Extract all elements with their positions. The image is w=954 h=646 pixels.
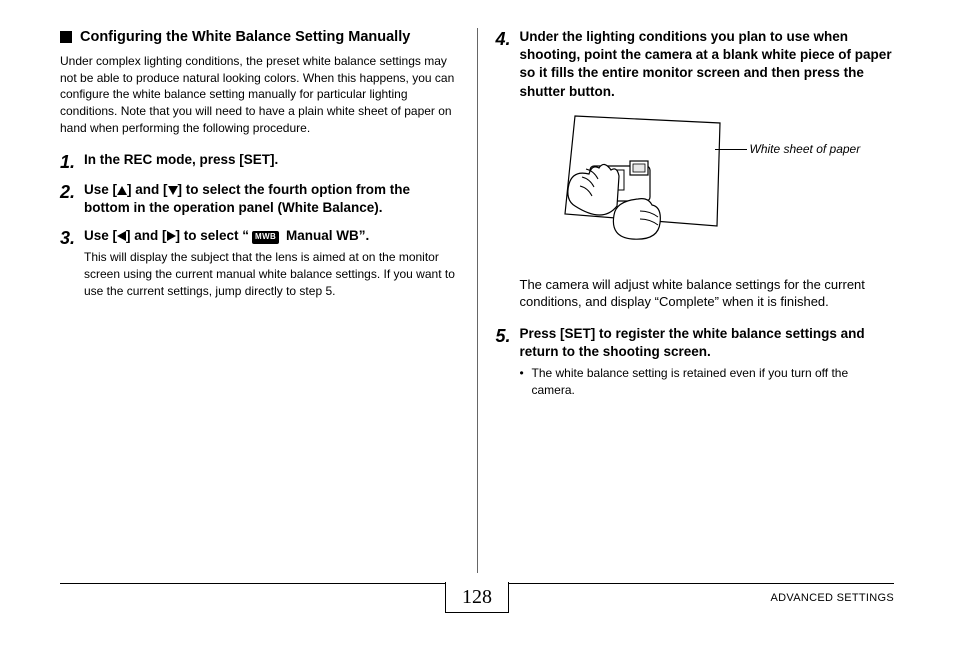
mwb-icon: MWB xyxy=(252,231,279,244)
step-1: 1. In the REC mode, press [SET]. xyxy=(60,151,459,171)
step-sub: The camera will adjust white balance set… xyxy=(520,276,895,311)
manual-page: Configuring the White Balance Setting Ma… xyxy=(0,0,954,646)
step-number: 4. xyxy=(496,28,520,48)
up-arrow-icon xyxy=(117,186,127,195)
step-head: Use [] and [] to select the fourth optio… xyxy=(84,181,459,217)
step-body: Use [] and [] to select the fourth optio… xyxy=(84,181,459,217)
t: Use [ xyxy=(84,228,117,243)
step-bullet: • The white balance setting is retained … xyxy=(520,365,895,399)
step-number: 2. xyxy=(60,181,84,201)
step-body: Use [ ] and [ ] to select “MWB Manual WB”.… xyxy=(84,227,459,300)
t: ] and [ xyxy=(126,228,167,243)
step-head: Under the lighting conditions you plan t… xyxy=(520,28,895,101)
t: Manual WB”. xyxy=(282,228,369,243)
bullet-dot-icon: • xyxy=(520,365,532,382)
step-body: In the REC mode, press [SET]. xyxy=(84,151,459,169)
step-head: Use [ ] and [ ] to select “MWB Manual WB”. xyxy=(84,227,459,245)
t: ] and [ xyxy=(127,182,168,197)
step-number: 3. xyxy=(60,227,84,247)
illustration: White sheet of paper xyxy=(520,111,895,266)
step-head: Press [SET] to register the white balanc… xyxy=(520,325,895,361)
page-footer: 128 ADVANCED SETTINGS xyxy=(60,583,894,618)
bullet-text: The white balance setting is retained ev… xyxy=(532,365,895,399)
square-bullet-icon xyxy=(60,31,72,43)
right-column: 4. Under the lighting conditions you pla… xyxy=(478,28,895,573)
step-number: 5. xyxy=(496,325,520,345)
section-title: Configuring the White Balance Setting Ma… xyxy=(80,28,410,47)
step-sub: This will display the subject that the l… xyxy=(84,249,459,299)
footer-section-label: ADVANCED SETTINGS xyxy=(771,592,894,604)
t: ] to select “ xyxy=(176,228,250,243)
page-number: 128 xyxy=(445,582,509,613)
step-body: Under the lighting conditions you plan t… xyxy=(520,28,895,101)
step-2: 2. Use [] and [] to select the fourth op… xyxy=(60,181,459,217)
intro-paragraph: Under complex lighting conditions, the p… xyxy=(60,53,459,137)
step-3: 3. Use [ ] and [ ] to select “MWB Manual W… xyxy=(60,227,459,300)
callout-line xyxy=(715,149,747,150)
figure-label: White sheet of paper xyxy=(750,141,861,157)
section-heading: Configuring the White Balance Setting Ma… xyxy=(60,28,459,47)
t: Use [ xyxy=(84,182,117,197)
right-arrow-icon xyxy=(167,231,176,241)
step-4: 4. Under the lighting conditions you pla… xyxy=(496,28,895,101)
step-body: Press [SET] to register the white balanc… xyxy=(520,325,895,399)
down-arrow-icon xyxy=(168,186,178,195)
step-head: In the REC mode, press [SET]. xyxy=(84,151,459,169)
content-columns: Configuring the White Balance Setting Ma… xyxy=(60,28,894,573)
step-5: 5. Press [SET] to register the white bal… xyxy=(496,325,895,399)
left-column: Configuring the White Balance Setting Ma… xyxy=(60,28,478,573)
step-number: 1. xyxy=(60,151,84,171)
camera-paper-illustration xyxy=(520,111,730,261)
left-arrow-icon xyxy=(117,231,126,241)
